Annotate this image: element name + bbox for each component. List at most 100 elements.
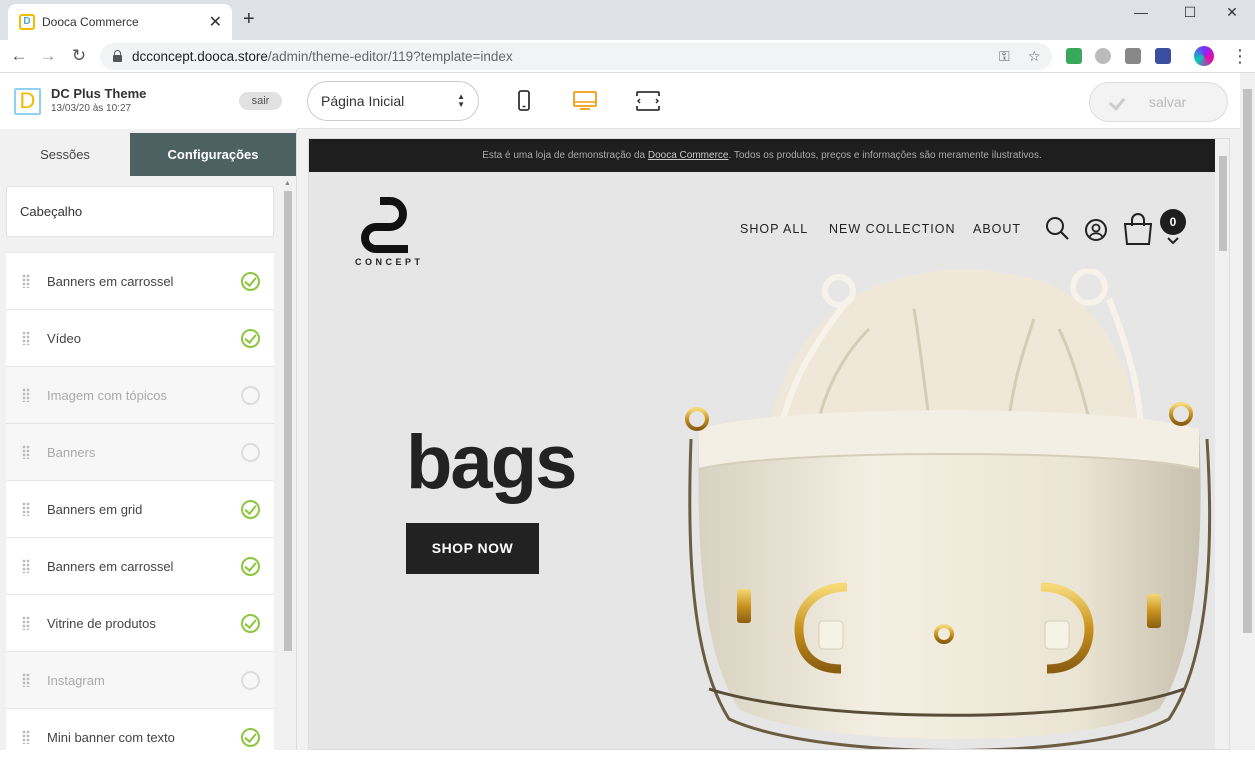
url-text[interactable]: dcconcept.dooca.store/admin/theme-editor… (132, 49, 513, 64)
address-bar[interactable]: dcconcept.dooca.store/admin/theme-editor… (100, 43, 1052, 70)
page-select-value: Página Inicial (321, 93, 405, 109)
hero-title: bags (406, 420, 577, 505)
dooca-favicon-icon: D (19, 14, 35, 30)
forward-icon[interactable]: → (37, 45, 59, 67)
section-label: Vídeo (47, 331, 81, 346)
page-scrollbar-thumb[interactable] (1243, 89, 1252, 633)
select-caret-icon: ▲ ▼ (457, 92, 465, 109)
check-circle-icon[interactable] (241, 728, 260, 747)
lock-icon[interactable] (113, 50, 122, 62)
check-circle-icon[interactable] (241, 557, 260, 576)
browser-menu-icon[interactable]: ⋮ (1230, 44, 1250, 68)
sidebar-scrollbar[interactable]: ▲ (282, 179, 294, 750)
theme-header: D DC Plus Theme 13/03/20 às 10:27 sair (0, 73, 297, 129)
new-tab-icon[interactable]: + (243, 9, 255, 29)
reload-icon[interactable]: ↻ (68, 45, 90, 67)
logout-button[interactable]: sair (239, 92, 282, 110)
browser-tab[interactable]: D Dooca Commerce ✕ (8, 4, 232, 40)
scroll-up-arrow-icon[interactable]: ▲ (284, 180, 291, 187)
profile-avatar[interactable] (1194, 46, 1214, 66)
nav-about[interactable]: ABOUT (973, 222, 1021, 236)
section-label: Instagram (47, 673, 105, 688)
maximize-icon[interactable]: ☐ (1167, 4, 1213, 24)
store-preview[interactable]: Esta é uma loja de demonstração da Dooca… (308, 138, 1230, 750)
section-list: Banners em carrossel Vídeo Imagem com tópi… (6, 252, 274, 765)
theme-name: DC Plus Theme (51, 86, 147, 101)
editor-sidebar: D DC Plus Theme 13/03/20 às 10:27 sair S… (0, 73, 297, 765)
extension-camera-icon[interactable] (1125, 48, 1141, 64)
drag-handle-icon[interactable] (22, 559, 30, 573)
section-label: Banners em carrossel (47, 559, 174, 574)
extension-badge-icon[interactable] (1155, 48, 1171, 64)
back-icon[interactable]: ← (8, 45, 30, 67)
browser-toolbar: ← → ↻ dcconcept.dooca.store/admin/theme-… (0, 40, 1255, 73)
drag-handle-icon[interactable] (22, 616, 30, 630)
section-item[interactable]: Vitrine de produtos (6, 594, 274, 651)
shopping-bag-icon[interactable] (1122, 212, 1154, 246)
nav-shop-all[interactable]: SHOP ALL (740, 222, 808, 236)
empty-circle-icon[interactable] (241, 386, 260, 405)
empty-circle-icon[interactable] (241, 443, 260, 462)
close-tab-icon[interactable]: ✕ (209, 12, 222, 32)
empty-circle-icon[interactable] (241, 671, 260, 690)
extension-circle-icon[interactable] (1095, 48, 1111, 64)
drag-handle-icon[interactable] (22, 274, 30, 288)
drag-handle-icon[interactable] (22, 502, 30, 516)
save-button-label: salvar (1149, 94, 1187, 110)
theme-date: 13/03/20 às 10:27 (51, 103, 132, 114)
user-icon[interactable] (1084, 218, 1108, 242)
search-icon[interactable] (1044, 215, 1070, 241)
dooca-commerce-link[interactable]: Dooca Commerce (648, 150, 729, 161)
section-item[interactable]: Banners (6, 423, 274, 480)
nav-new-collection[interactable]: NEW COLLECTION (829, 222, 956, 236)
save-button[interactable]: salvar (1089, 82, 1228, 122)
section-item[interactable]: Banners em carrossel (6, 537, 274, 594)
desktop-device-icon[interactable] (571, 87, 599, 115)
check-circle-icon[interactable] (241, 614, 260, 633)
section-item[interactable]: Instagram (6, 651, 274, 708)
section-label: Mini banner com texto (47, 730, 175, 745)
preview-scrollbar-thumb[interactable] (1219, 156, 1227, 251)
close-window-icon[interactable]: ✕ (1209, 4, 1255, 24)
minimize-icon[interactable]: — (1118, 4, 1164, 24)
shop-now-button[interactable]: SHOP NOW (406, 523, 539, 574)
cart-count-badge: 0 (1160, 209, 1186, 235)
section-item[interactable]: Imagem com tópicos (6, 366, 274, 423)
dooca-logo-icon: D (14, 88, 41, 115)
editor-toolbar: Página Inicial ▲ ▼ salvar (297, 73, 1255, 129)
section-label: Vitrine de produtos (47, 616, 156, 631)
section-label: Banners em carrossel (47, 274, 174, 289)
tab-settings[interactable]: Configurações (130, 133, 296, 176)
tab-sessions[interactable]: Sessões (0, 133, 130, 176)
preview-scrollbar[interactable] (1215, 139, 1229, 749)
check-icon (1108, 93, 1126, 111)
fullscreen-icon[interactable] (634, 87, 662, 115)
demo-notice-text-end: . Todos os produtos, preços e informaçõe… (728, 150, 1042, 161)
check-circle-icon[interactable] (241, 329, 260, 348)
section-label: Imagem com tópicos (47, 388, 167, 403)
mobile-device-icon[interactable] (510, 87, 538, 115)
key-icon[interactable]: ⚿ (999, 48, 1010, 65)
section-item[interactable]: Banners em grid (6, 480, 274, 537)
demo-notice-text: Esta é uma loja de demonstração da (482, 150, 648, 161)
header-section-item[interactable]: Cabeçalho (6, 186, 274, 237)
section-item[interactable]: Mini banner com texto (6, 708, 274, 765)
drag-handle-icon[interactable] (22, 445, 30, 459)
section-item[interactable]: Banners em carrossel (6, 252, 274, 309)
extension-book-icon[interactable] (1066, 48, 1082, 64)
scrollbar-thumb[interactable] (284, 191, 292, 651)
drag-handle-icon[interactable] (22, 673, 30, 687)
drag-handle-icon[interactable] (22, 331, 30, 345)
tab-title: Dooca Commerce (42, 15, 139, 29)
check-circle-icon[interactable] (241, 500, 260, 519)
section-item[interactable]: Vídeo (6, 309, 274, 366)
page-select[interactable]: Página Inicial ▲ ▼ (307, 81, 479, 121)
page-scrollbar[interactable] (1240, 73, 1255, 750)
bag-product-image (685, 269, 1212, 749)
drag-handle-icon[interactable] (22, 388, 30, 402)
chevron-down-icon[interactable] (1166, 237, 1180, 245)
bookmark-star-icon[interactable]: ☆ (1028, 48, 1041, 65)
check-circle-icon[interactable] (241, 272, 260, 291)
drag-handle-icon[interactable] (22, 730, 30, 744)
logo-wordmark: CONCEPT (355, 257, 424, 267)
